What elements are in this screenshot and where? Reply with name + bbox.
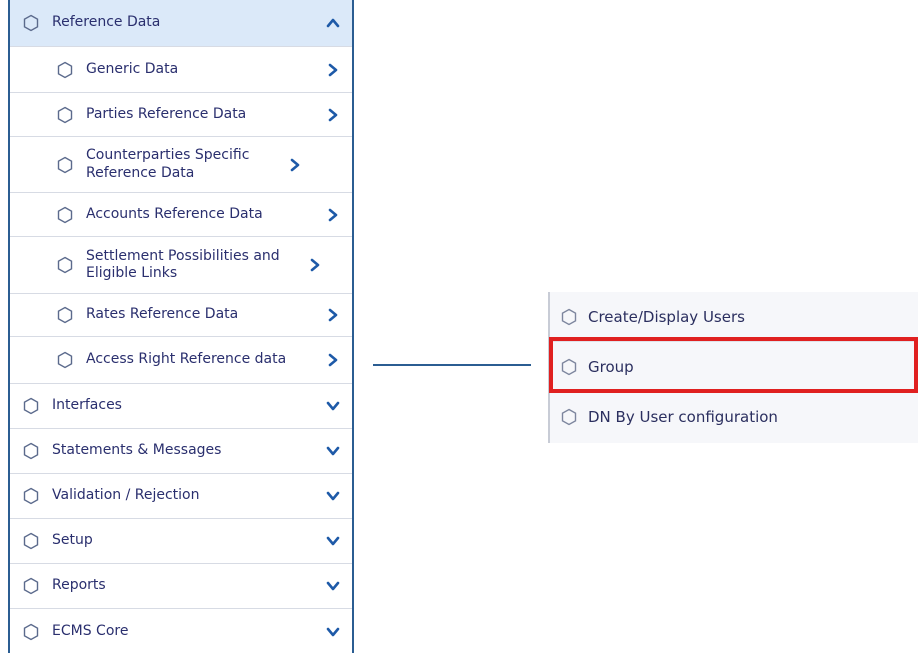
menu-item-label: Rates Reference Data bbox=[86, 306, 239, 323]
hexagon-icon bbox=[56, 256, 74, 274]
menu-item-reports[interactable]: Reports bbox=[10, 564, 352, 609]
submenu-item-dn-by-user-configuration[interactable]: DN By User configuration bbox=[550, 392, 918, 442]
hexagon-icon bbox=[56, 106, 74, 124]
hexagon-icon bbox=[56, 206, 74, 224]
chevron-right-icon[interactable] bbox=[306, 256, 324, 274]
hexagon-icon bbox=[56, 351, 74, 369]
menu-item-label: Parties Reference Data bbox=[86, 105, 247, 122]
menu-item-parties-reference-data[interactable]: Parties Reference Data bbox=[10, 93, 352, 137]
menu-item-label: Settlement Possibilities and Eligible Li… bbox=[86, 247, 280, 282]
hexagon-icon bbox=[22, 623, 40, 641]
menu-item-accounts-reference-data[interactable]: Accounts Reference Data bbox=[10, 193, 352, 237]
menu-item-label: Accounts Reference Data bbox=[86, 205, 263, 222]
hexagon-icon bbox=[22, 14, 40, 32]
menu-item-reference-data[interactable]: Reference Data bbox=[10, 0, 352, 47]
menu-item-statements-messages[interactable]: Statements & Messages bbox=[10, 429, 352, 474]
menu-item-label: Reports bbox=[52, 577, 106, 594]
chevron-down-icon[interactable] bbox=[324, 623, 342, 641]
hexagon-icon bbox=[56, 306, 74, 324]
hexagon-icon bbox=[56, 156, 74, 174]
hexagon-icon bbox=[22, 577, 40, 595]
submenu-item-create-display-users[interactable]: Create/Display Users bbox=[550, 292, 918, 342]
side-menu: Reference Data Generic Data Parties Refe… bbox=[8, 0, 354, 653]
menu-item-label: Setup bbox=[52, 532, 93, 549]
chevron-right-icon[interactable] bbox=[324, 206, 342, 224]
chevron-down-icon[interactable] bbox=[324, 397, 342, 415]
hexagon-icon bbox=[22, 532, 40, 550]
chevron-right-icon[interactable] bbox=[324, 106, 342, 124]
hexagon-icon bbox=[22, 397, 40, 415]
chevron-right-icon[interactable] bbox=[324, 306, 342, 324]
chevron-right-icon[interactable] bbox=[324, 61, 342, 79]
hexagon-icon bbox=[22, 442, 40, 460]
menu-item-rates-reference-data[interactable]: Rates Reference Data bbox=[10, 294, 352, 337]
chevron-down-icon[interactable] bbox=[324, 532, 342, 550]
chevron-up-icon[interactable] bbox=[324, 14, 342, 32]
menu-item-settlement-possibilities[interactable]: Settlement Possibilities and Eligible Li… bbox=[10, 237, 352, 294]
hexagon-icon bbox=[560, 408, 578, 426]
hexagon-icon bbox=[22, 487, 40, 505]
chevron-right-icon[interactable] bbox=[324, 351, 342, 369]
menu-item-label: Interfaces bbox=[52, 397, 122, 414]
menu-item-generic-data[interactable]: Generic Data bbox=[10, 47, 352, 93]
menu-item-access-right-reference-data[interactable]: Access Right Reference data bbox=[10, 337, 352, 384]
menu-item-label: Counterparties Specific Reference Data bbox=[86, 147, 250, 181]
menu-item-label: Statements & Messages bbox=[52, 442, 222, 459]
chevron-down-icon[interactable] bbox=[324, 487, 342, 505]
chevron-down-icon[interactable] bbox=[324, 577, 342, 595]
menu-item-label: Generic Data bbox=[86, 60, 179, 77]
menu-item-ecms-core[interactable]: ECMS Core bbox=[10, 609, 352, 654]
connector-line bbox=[373, 364, 531, 366]
submenu-item-label: Create/Display Users bbox=[588, 307, 745, 326]
menu-item-interfaces[interactable]: Interfaces bbox=[10, 384, 352, 429]
menu-item-label: Reference Data bbox=[52, 14, 161, 31]
menu-item-counterparties-specific-reference-data[interactable]: Counterparties Specific Reference Data bbox=[10, 137, 352, 193]
hexagon-icon bbox=[56, 61, 74, 79]
submenu-item-label: DN By User configuration bbox=[588, 408, 778, 426]
menu-item-validation-rejection[interactable]: Validation / Rejection bbox=[10, 474, 352, 519]
menu-item-label: ECMS Core bbox=[52, 622, 129, 639]
chevron-down-icon[interactable] bbox=[324, 442, 342, 460]
hexagon-icon bbox=[560, 308, 578, 326]
menu-item-setup[interactable]: Setup bbox=[10, 519, 352, 564]
menu-item-label: Validation / Rejection bbox=[52, 487, 200, 504]
highlight-box bbox=[549, 337, 918, 393]
menu-item-label: Access Right Reference data bbox=[86, 351, 287, 368]
chevron-right-icon[interactable] bbox=[286, 156, 304, 174]
